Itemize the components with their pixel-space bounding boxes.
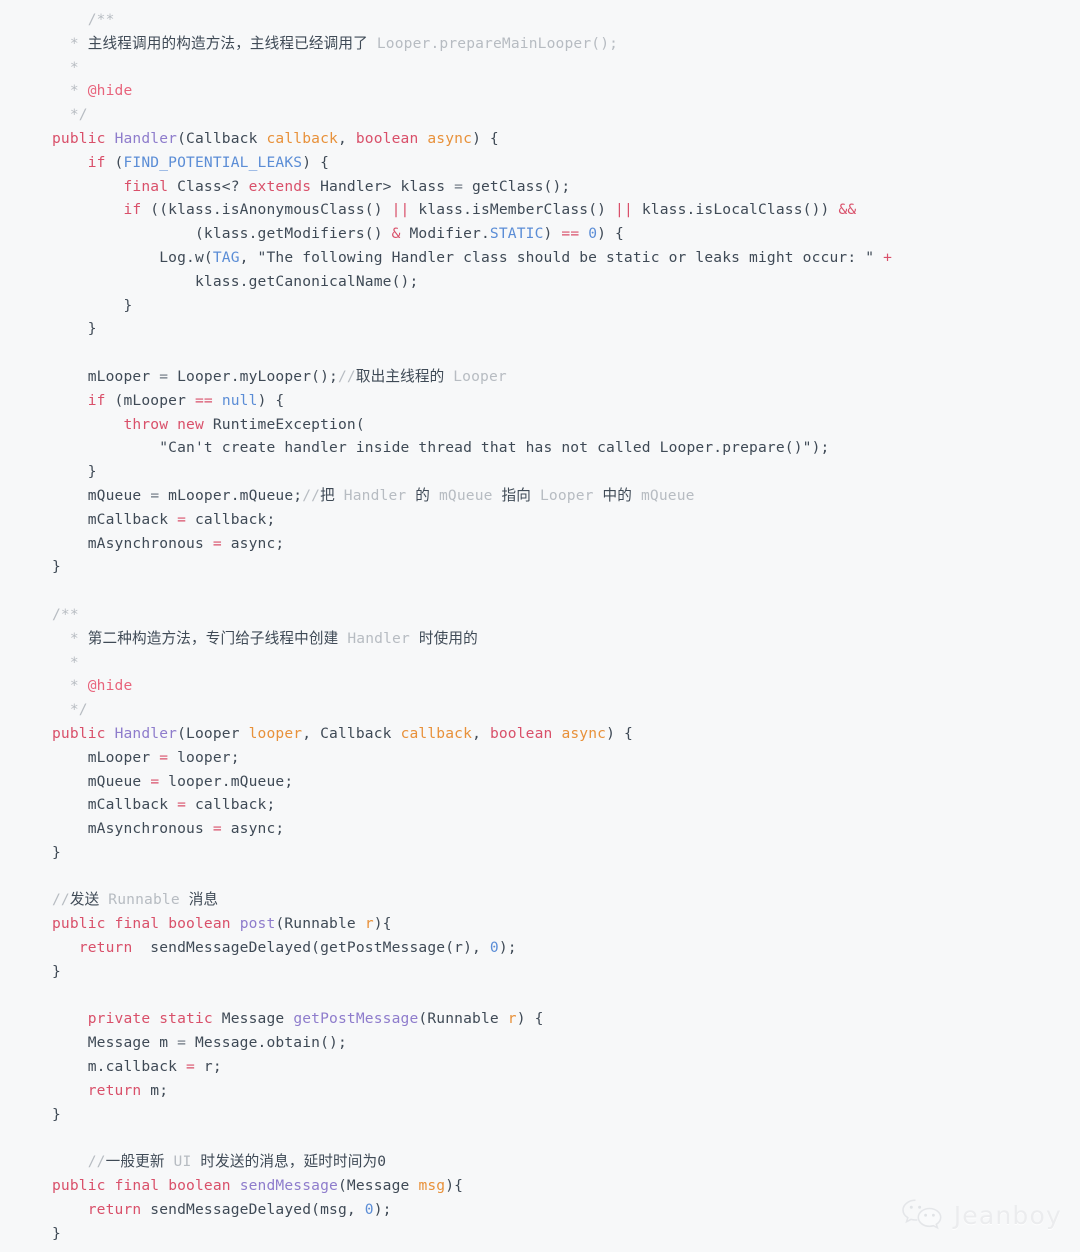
code-line: mAsynchronous = async; (52, 534, 285, 552)
code-line: mLooper = Looper.myLooper();//取出主线程的 Loo… (52, 367, 507, 385)
code-line: mLooper = looper; (52, 748, 240, 766)
code-line: } (52, 463, 97, 481)
code-line: public Handler(Callback callback, boolea… (52, 129, 499, 147)
code-line: /** (52, 11, 115, 28)
code-line: */ (52, 106, 88, 124)
code-line: /** (52, 605, 79, 623)
code-line: } (52, 962, 61, 980)
code-line: * @hide (52, 82, 133, 100)
code-line: public final boolean post(Runnable r){ (52, 915, 392, 933)
code-line: (klass.getModifiers() & Modifier.STATIC)… (52, 225, 624, 243)
code-line: } (52, 1105, 61, 1123)
code-line: } (52, 558, 61, 576)
code-line: Message m = Message.obtain(); (52, 1034, 347, 1052)
code-block: /** * 主线程调用的构造方法，主线程已经调用了 Looper.prepare… (52, 8, 1062, 1245)
code-line: throw new RuntimeException( (123, 415, 365, 433)
code-screenshot-page: /** * 主线程调用的构造方法，主线程已经调用了 Looper.prepare… (0, 0, 1080, 1252)
watermark-label: Jeanboy (953, 1200, 1062, 1230)
code-line: if (FIND_POTENTIAL_LEAKS) { (87, 153, 330, 171)
code-line: * 主线程调用的构造方法，主线程已经调用了 Looper.prepareMain… (52, 34, 619, 52)
code-line: //一般更新 UI 时发送的消息，延时时间为0 (87, 1153, 387, 1171)
code-line: klass.getCanonicalName(); (52, 272, 419, 290)
code-line: private static Message getPostMessage(Ru… (87, 1010, 544, 1028)
code-line: * 第二种构造方法，专门给子线程中创建 Handler 时使用的 (52, 629, 478, 647)
wechat-logo-icon (901, 1198, 945, 1232)
code-line: } (52, 296, 133, 314)
code-line: if ((klass.isAnonymousClass() || klass.i… (123, 201, 857, 219)
code-line: mQueue = looper.mQueue; (52, 772, 294, 790)
code-line: "Can't create handler inside thread that… (159, 439, 830, 457)
code-line: //发送 Runnable 消息 (52, 891, 219, 909)
code-line: return m; (87, 1081, 169, 1099)
code-line: mQueue = mLooper.mQueue;//把 Handler 的 mQ… (52, 486, 695, 504)
code-line: mCallback = callback; (52, 510, 276, 528)
code-line: public Handler(Looper looper, Callback c… (52, 724, 633, 742)
code-line: Log.w(TAG, "The following Handler class … (52, 248, 893, 266)
code-line: * (52, 58, 79, 76)
code-line: * (52, 653, 79, 671)
code-line: */ (52, 701, 88, 719)
code-line: return sendMessageDelayed(getPostMessage… (78, 939, 517, 957)
code-line: public final boolean sendMessage(Message… (52, 1177, 464, 1195)
code-line: mAsynchronous = async; (52, 820, 285, 838)
code-line: * @hide (52, 677, 133, 695)
code-line: } (52, 843, 61, 861)
code-line: } (52, 320, 97, 338)
code-line: m.callback = r; (52, 1058, 222, 1076)
code-line: final Class<? extends Handler> klass = g… (123, 177, 571, 195)
watermark: Jeanboy (901, 1198, 1062, 1232)
code-line: if (mLooper == null) { (87, 391, 285, 409)
code-line: mCallback = callback; (52, 796, 276, 814)
